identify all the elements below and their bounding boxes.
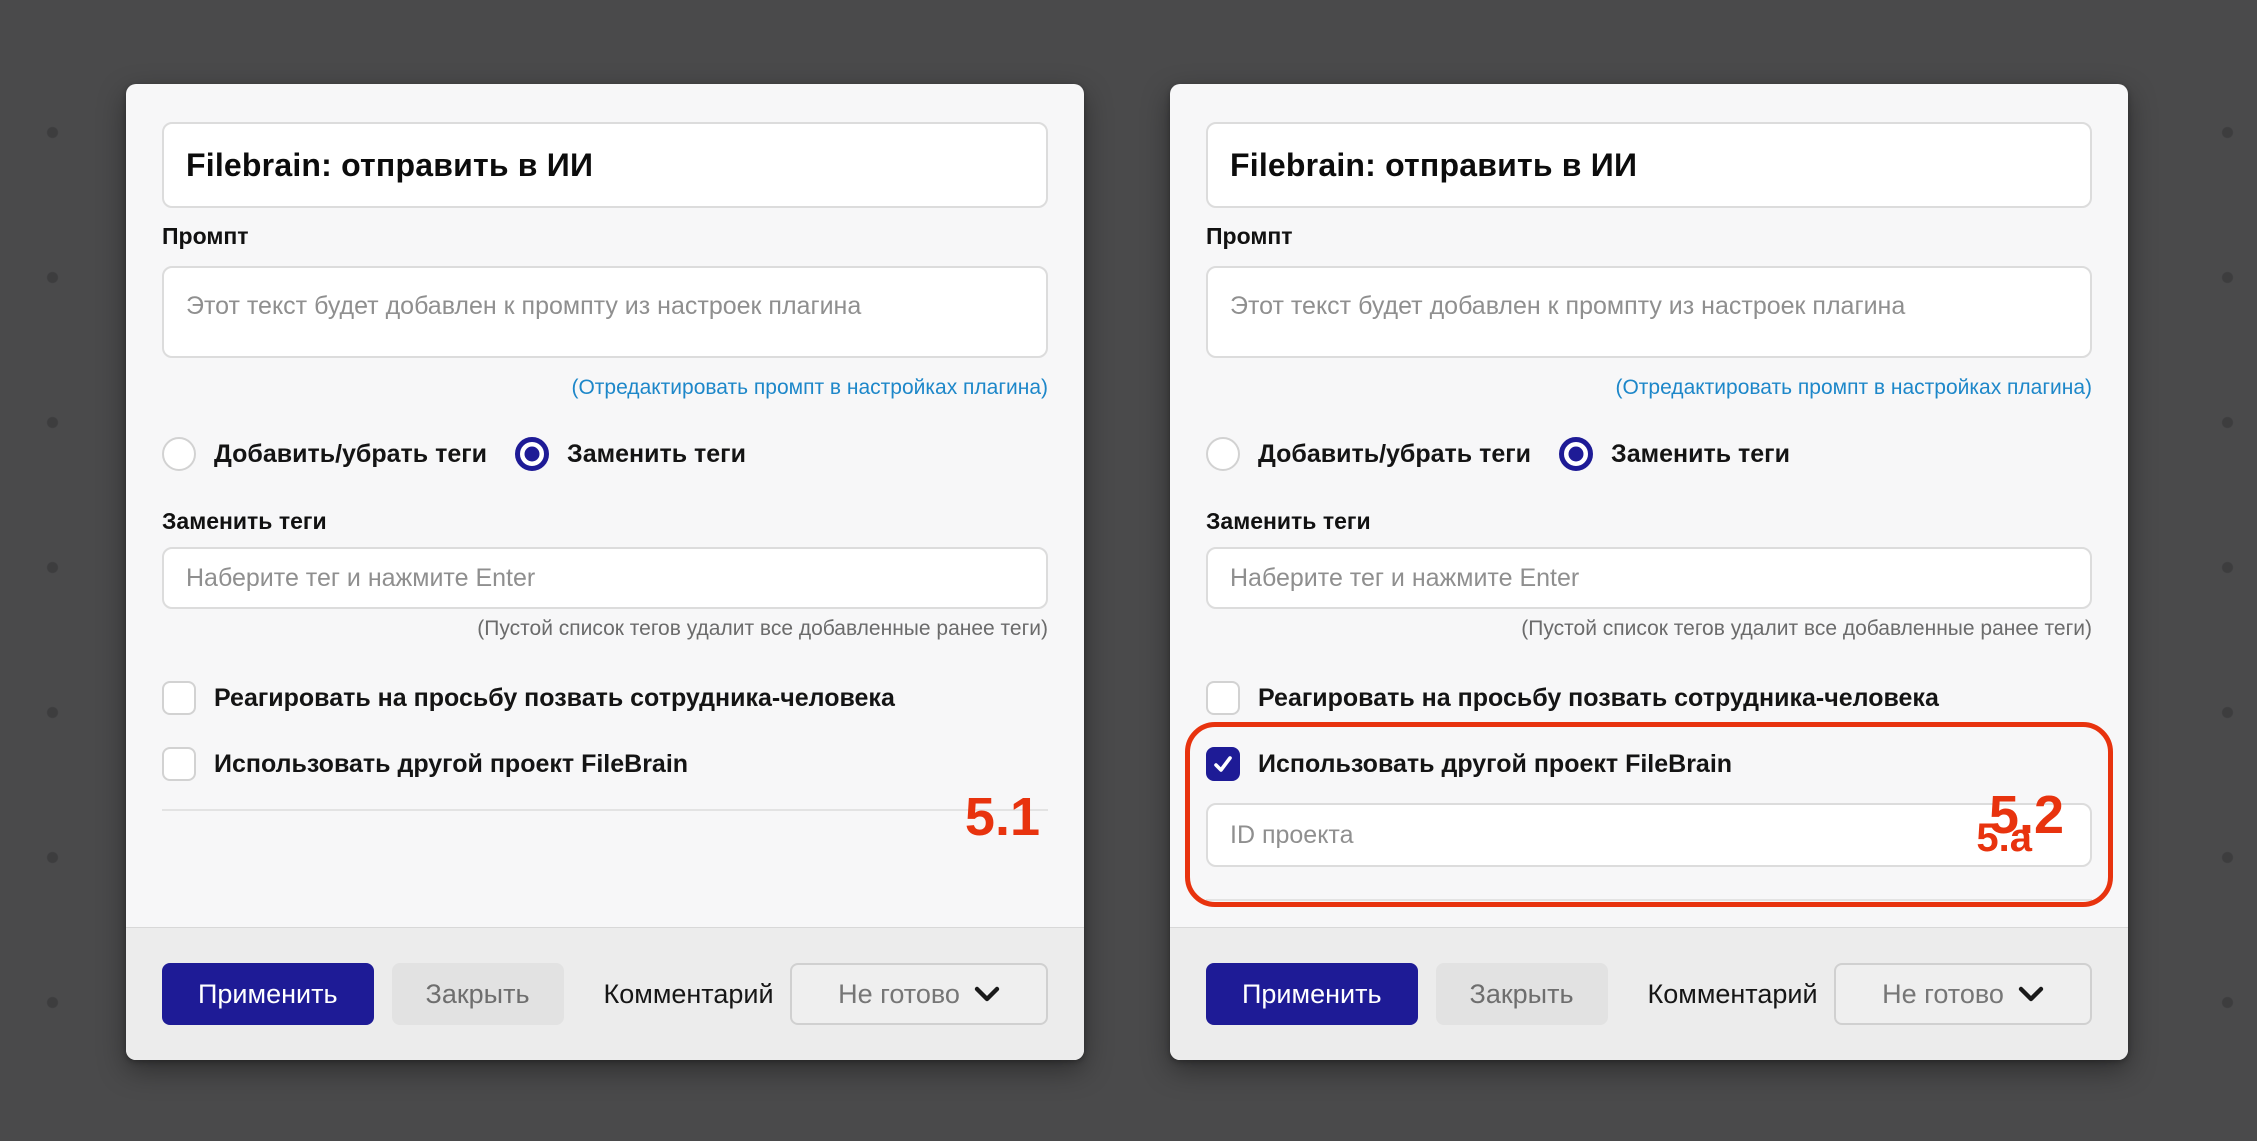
tags-hint-row: (Пустой список тегов удалит все добавлен… [1206, 616, 2092, 644]
other-project-label: Использовать другой проект FileBrain [214, 750, 688, 779]
checkbox-row-other-project[interactable]: Использовать другой проект FileBrain [1206, 745, 2092, 783]
radio-replace-tags[interactable] [1559, 437, 1593, 471]
edit-prompt-link[interactable]: (Отредактировать промпт в настройках пла… [571, 376, 1048, 399]
tags-label: Заменить теги [162, 507, 1048, 535]
status-value: Не готово [1882, 979, 2004, 1010]
status-dropdown[interactable]: Не готово [790, 963, 1048, 1025]
status-value: Не готово [838, 979, 960, 1010]
tags-hint: (Пустой список тегов удалит все добавлен… [1521, 617, 2092, 640]
prompt-placeholder: Этот текст будет добавлен к промпту из н… [1230, 292, 1905, 321]
radio-replace-label: Заменить теги [567, 440, 746, 469]
chevron-down-icon [2018, 986, 2044, 1003]
checkbox-row-other-project[interactable]: Использовать другой проект FileBrain [162, 745, 1048, 783]
radio-replace-label: Заменить теги [1611, 440, 1790, 469]
radio-dot-icon [525, 447, 540, 462]
tags-input[interactable]: Наберите тег и нажмите Enter [1206, 547, 2092, 609]
prompt-placeholder: Этот текст будет добавлен к промпту из н… [186, 292, 861, 321]
call-human-checkbox[interactable] [162, 681, 196, 715]
dialog-footer: Применить Закрыть Комментарий Не готово [126, 927, 1084, 1060]
close-button[interactable]: Закрыть [1436, 963, 1608, 1025]
comment-button[interactable]: Комментарий [1648, 979, 1818, 1010]
radio-replace-tags[interactable] [515, 437, 549, 471]
prompt-link-row: (Отредактировать промпт в настройках пла… [1206, 375, 2092, 403]
other-project-label: Использовать другой проект FileBrain [1258, 750, 1732, 779]
checkbox-row-call-human[interactable]: Реагировать на просьбу позвать сотрудник… [1206, 679, 2092, 717]
dialog-body: Filebrain: отправить в ИИ Промпт Этот те… [1170, 84, 2128, 901]
prompt-label: Промпт [162, 222, 1048, 250]
prompt-textarea[interactable]: Этот текст будет добавлен к промпту из н… [1206, 266, 2092, 358]
divider [162, 809, 1048, 811]
project-id-placeholder: ID проекта [1230, 821, 1354, 850]
divider [1206, 899, 2092, 901]
prompt-textarea[interactable]: Этот текст будет добавлен к промпту из н… [162, 266, 1048, 358]
other-project-checkbox[interactable] [162, 747, 196, 781]
dialog-body: Filebrain: отправить в ИИ Промпт Этот те… [126, 84, 1084, 811]
apply-button[interactable]: Применить [1206, 963, 1418, 1025]
filebrain-dialog-2: Filebrain: отправить в ИИ Промпт Этот те… [1170, 84, 2128, 1060]
chevron-down-icon [974, 986, 1000, 1003]
other-project-checkbox[interactable] [1206, 747, 1240, 781]
radio-add-remove-label: Добавить/убрать теги [1258, 440, 1531, 469]
tag-mode-radio-group: Добавить/убрать теги Заменить теги [162, 437, 1048, 471]
title-input[interactable]: Filebrain: отправить в ИИ [1206, 122, 2092, 208]
radio-add-remove-tags[interactable] [1206, 437, 1240, 471]
tag-mode-radio-group: Добавить/убрать теги Заменить теги [1206, 437, 2092, 471]
call-human-checkbox[interactable] [1206, 681, 1240, 715]
dialog-footer: Применить Закрыть Комментарий Не готово [1170, 927, 2128, 1060]
apply-button[interactable]: Применить [162, 963, 374, 1025]
status-dropdown[interactable]: Не готово [1834, 963, 2092, 1025]
tags-placeholder: Наберите тег и нажмите Enter [1230, 564, 1579, 593]
call-human-label: Реагировать на просьбу позвать сотрудник… [214, 684, 895, 713]
edit-prompt-link[interactable]: (Отредактировать промпт в настройках пла… [1615, 376, 2092, 399]
radio-add-remove-label: Добавить/убрать теги [214, 440, 487, 469]
call-human-label: Реагировать на просьбу позвать сотрудник… [1258, 684, 1939, 713]
desktop-background: { "colors": { "background": "#4a4a4b", "… [0, 0, 2257, 1141]
prompt-label: Промпт [1206, 222, 2092, 250]
filebrain-dialog-1: Filebrain: отправить в ИИ Промпт Этот те… [126, 84, 1084, 1060]
comment-button[interactable]: Комментарий [604, 979, 774, 1010]
radio-add-remove-tags[interactable] [162, 437, 196, 471]
title-value: Filebrain: отправить в ИИ [1230, 147, 1637, 184]
tags-input[interactable]: Наберите тег и нажмите Enter [162, 547, 1048, 609]
tags-placeholder: Наберите тег и нажмите Enter [186, 564, 535, 593]
title-value: Filebrain: отправить в ИИ [186, 147, 593, 184]
tags-label: Заменить теги [1206, 507, 2092, 535]
annotation-5-2: 5.2 [1989, 788, 2064, 842]
radio-dot-icon [1569, 447, 1584, 462]
checkbox-row-call-human[interactable]: Реагировать на просьбу позвать сотрудник… [162, 679, 1048, 717]
tags-hint: (Пустой список тегов удалит все добавлен… [477, 617, 1048, 640]
annotation-5-1: 5.1 [965, 790, 1040, 844]
close-button[interactable]: Закрыть [392, 963, 564, 1025]
tags-hint-row: (Пустой список тегов удалит все добавлен… [162, 616, 1048, 644]
check-icon [1211, 752, 1235, 776]
project-id-input[interactable]: ID проекта 5.a [1206, 803, 2092, 867]
prompt-link-row: (Отредактировать промпт в настройках пла… [162, 375, 1048, 403]
title-input[interactable]: Filebrain: отправить в ИИ [162, 122, 1048, 208]
